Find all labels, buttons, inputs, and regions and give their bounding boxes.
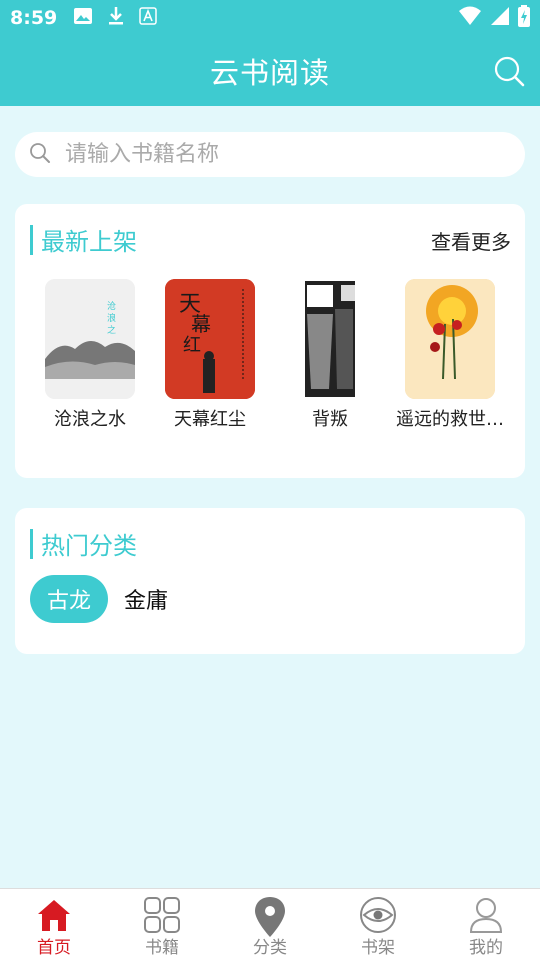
nav-label: 分类 [253,938,287,958]
hot-section-title: 热门分类 [41,532,137,560]
book-title: 遥远的救世… [396,409,504,430]
app-bar: 云书阅读 [0,36,540,106]
user-icon [466,895,506,935]
category-tags: 古龙 金庸 [30,575,168,623]
book-cover-image[interactable]: 天 幕 红 [165,279,255,399]
svg-text:浪: 浪 [107,312,116,324]
nav-item-category[interactable]: 分类 [230,895,310,958]
book-title: 背叛 [312,409,348,430]
app-title: 云书阅读 [209,56,330,90]
latest-section-title: 最新上架 [41,228,137,256]
book-item[interactable]: 遥远的救世… [390,279,510,431]
wifi-icon [458,6,482,30]
svg-text:沧: 沧 [107,300,116,312]
book-item[interactable]: 背叛 [270,279,390,431]
battery-icon [518,5,530,31]
nav-label: 书籍 [145,938,179,958]
download-icon [107,6,125,30]
nav-label: 我的 [469,938,503,958]
search-icon [29,142,51,168]
nav-item-me[interactable]: 我的 [446,895,526,958]
section-header: 热门分类 [30,526,137,561]
hot-categories-card: 热门分类 古龙 金庸 [15,508,525,654]
signal-icon [490,6,510,30]
home-icon [34,895,74,935]
category-tag[interactable]: 金庸 [124,583,168,615]
category-tag-active[interactable]: 古龙 [30,575,108,623]
book-cover-image[interactable] [285,279,375,399]
view-more-link[interactable]: 查看更多 [431,226,511,255]
book-cover-image[interactable]: 沧 浪 之 [45,279,135,399]
book-cover-image[interactable] [405,279,495,399]
svg-text:幕: 幕 [191,312,211,336]
status-time: 8:59 [10,7,58,29]
nav-item-home[interactable]: 首页 [14,895,94,958]
grid-icon [142,895,182,935]
svg-text:之: 之 [107,324,116,336]
nav-item-bookshelf[interactable]: 书架 [338,895,418,958]
location-pin-icon [250,895,290,937]
bottom-nav: 首页 书籍 分类 书架 我的 [0,888,540,960]
svg-text:红: 红 [183,335,201,356]
section-accent-bar [30,528,33,559]
eye-icon [358,895,398,935]
text-a-icon [139,7,158,29]
nav-item-books[interactable]: 书籍 [122,895,202,958]
section-header: 最新上架 [30,222,137,257]
book-title: 天幕红尘 [174,409,246,430]
book-title: 沧浪之水 [54,409,126,430]
nav-label: 首页 [37,938,71,958]
latest-books-card: 最新上架 查看更多 沧 浪 之 沧浪之水 天 幕 红 天幕红尘 背叛 遥远的救世… [15,204,525,478]
section-accent-bar [30,224,33,255]
status-bar: 8:59 [0,0,540,36]
book-item[interactable]: 天 幕 红 天幕红尘 [150,279,270,431]
search-input[interactable] [65,142,505,167]
search-icon[interactable] [492,54,526,88]
image-icon [73,7,93,29]
nav-label: 书架 [361,938,395,958]
book-item[interactable]: 沧 浪 之 沧浪之水 [30,279,150,431]
search-box[interactable] [15,132,525,177]
